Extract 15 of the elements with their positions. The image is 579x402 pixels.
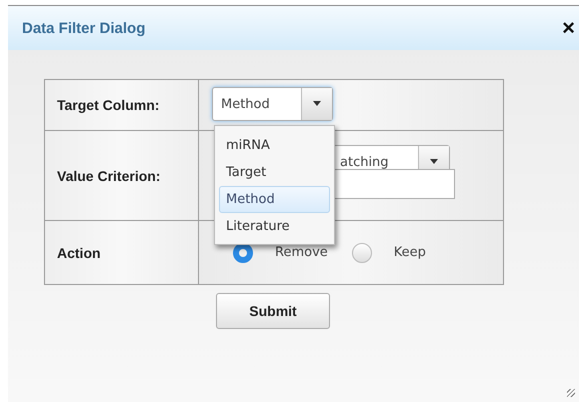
close-button[interactable]: × <box>558 17 579 39</box>
radio-button[interactable] <box>352 242 372 262</box>
submit-button[interactable]: Submit <box>216 293 330 329</box>
dropdown-icon <box>301 88 332 120</box>
resize-grip-icon <box>567 389 575 397</box>
radio-label: Remove <box>275 245 328 260</box>
field-label: Action <box>45 221 199 284</box>
radio-label: Keep <box>394 245 426 260</box>
field-label: Value Criterion: <box>45 131 199 220</box>
menu-item[interactable]: Method <box>219 186 330 213</box>
dialog-title: Data Filter Dialog <box>22 20 146 36</box>
menu-item[interactable]: Literature <box>219 213 330 240</box>
column-select[interactable]: Method <box>212 87 333 121</box>
menu-item[interactable]: Target <box>219 159 330 186</box>
menu-item[interactable]: miRNA <box>219 132 330 159</box>
